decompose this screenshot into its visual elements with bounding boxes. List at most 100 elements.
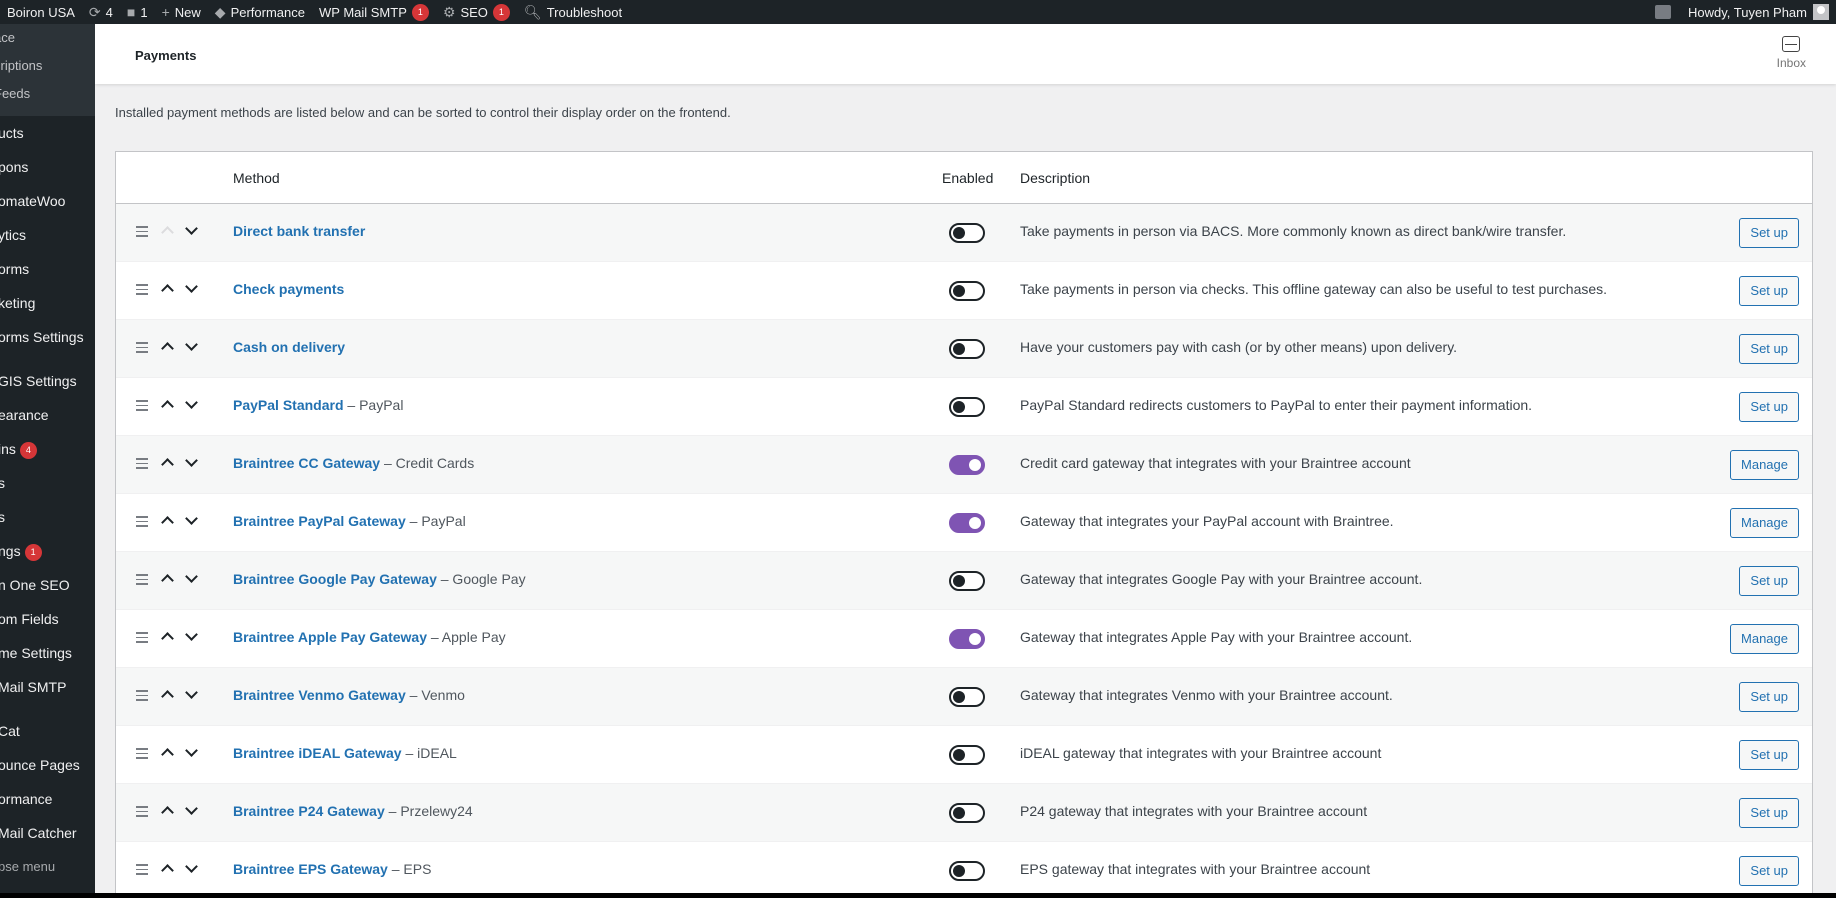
- drag-handle-icon[interactable]: [136, 806, 148, 818]
- method-link[interactable]: Braintree EPS Gateway: [233, 861, 388, 877]
- enabled-toggle[interactable]: [949, 281, 985, 301]
- enabled-toggle[interactable]: [949, 629, 985, 649]
- drag-handle-icon[interactable]: [136, 400, 148, 412]
- method-link[interactable]: Braintree PayPal Gateway: [233, 513, 406, 529]
- sidebar-item-all-in-one-seo[interactable]: n One SEO: [0, 568, 95, 602]
- sidebar-item-appearance[interactable]: earance: [0, 398, 95, 432]
- sidebar-item-bounce-pages[interactable]: ounce Pages: [0, 748, 95, 782]
- move-down-button[interactable]: [182, 222, 200, 240]
- sidebar-item-marketing[interactable]: keting: [0, 286, 95, 320]
- drag-handle-icon[interactable]: [136, 864, 148, 876]
- enabled-toggle[interactable]: [949, 745, 985, 765]
- method-link[interactable]: Check payments: [233, 281, 344, 297]
- move-up-button[interactable]: [158, 570, 176, 588]
- sidebar-item-analytics[interactable]: ytics: [0, 218, 95, 252]
- move-down-button[interactable]: [182, 570, 200, 588]
- move-up-button[interactable]: [158, 860, 176, 878]
- sidebar-item-plugins[interactable]: ins4: [0, 432, 95, 466]
- method-link[interactable]: Braintree P24 Gateway: [233, 803, 385, 819]
- move-down-button[interactable]: [182, 396, 200, 414]
- move-up-button[interactable]: [158, 280, 176, 298]
- sidebar-item-forms-settings[interactable]: orms Settings: [0, 320, 95, 354]
- method-link[interactable]: Braintree Apple Pay Gateway: [233, 629, 427, 645]
- set-up-button[interactable]: Set up: [1739, 566, 1799, 596]
- submenu-item[interactable]: Feeds: [0, 80, 95, 108]
- performance-link[interactable]: ◆ Performance: [208, 0, 312, 24]
- sidebar-item-performance[interactable]: ormance: [0, 782, 95, 816]
- enabled-toggle[interactable]: [949, 571, 985, 591]
- enabled-toggle[interactable]: [949, 339, 985, 359]
- manage-button[interactable]: Manage: [1730, 450, 1799, 480]
- move-up-button[interactable]: [158, 338, 176, 356]
- sidebar-item-gis-settings[interactable]: GIS Settings: [0, 364, 95, 398]
- move-up-button[interactable]: [158, 686, 176, 704]
- drag-handle-icon[interactable]: [136, 632, 148, 644]
- troubleshoot-link[interactable]: 🔍︎ Troubleshoot: [517, 0, 629, 24]
- sidebar-item-cat[interactable]: Cat: [0, 714, 95, 748]
- collapse-menu-button[interactable]: pse menu: [0, 850, 95, 884]
- method-link[interactable]: Braintree iDEAL Gateway: [233, 745, 402, 761]
- new-content-link[interactable]: + New: [155, 0, 208, 24]
- move-up-button[interactable]: [158, 454, 176, 472]
- move-up-button[interactable]: [158, 396, 176, 414]
- enabled-toggle[interactable]: [949, 397, 985, 417]
- sidebar-item-forms[interactable]: orms: [0, 252, 95, 286]
- enabled-toggle[interactable]: [949, 803, 985, 823]
- method-link[interactable]: Braintree CC Gateway: [233, 455, 380, 471]
- sidebar-item-products[interactable]: ucts: [0, 116, 95, 150]
- drag-handle-icon[interactable]: [136, 342, 148, 354]
- manage-button[interactable]: Manage: [1730, 508, 1799, 538]
- set-up-button[interactable]: Set up: [1739, 798, 1799, 828]
- set-up-button[interactable]: Set up: [1739, 276, 1799, 306]
- move-down-button[interactable]: [182, 802, 200, 820]
- move-down-button[interactable]: [182, 280, 200, 298]
- move-up-button[interactable]: [158, 744, 176, 762]
- updates-link[interactable]: ⟳ 4: [82, 0, 120, 24]
- sidebar-item-mail-catcher[interactable]: Mail Catcher: [0, 816, 95, 850]
- notifications-icon[interactable]: [1655, 5, 1672, 19]
- sidebar-item-settings[interactable]: ngs 1: [0, 534, 95, 568]
- move-down-button[interactable]: [182, 454, 200, 472]
- submenu-item[interactable]: criptions: [0, 52, 95, 80]
- set-up-button[interactable]: Set up: [1739, 392, 1799, 422]
- site-name-link[interactable]: Boiron USA: [0, 0, 82, 24]
- sidebar-item-automatewoo[interactable]: omateWoo: [0, 184, 95, 218]
- submenu-item[interactable]: ace: [0, 24, 95, 52]
- comments-link[interactable]: ■ 1: [120, 0, 155, 24]
- method-link[interactable]: Braintree Google Pay Gateway: [233, 571, 437, 587]
- sidebar-item-users[interactable]: s: [0, 466, 95, 500]
- method-link[interactable]: Braintree Venmo Gateway: [233, 687, 406, 703]
- enabled-toggle[interactable]: [949, 687, 985, 707]
- method-link[interactable]: PayPal Standard: [233, 397, 344, 413]
- enabled-toggle[interactable]: [949, 455, 985, 475]
- move-down-button[interactable]: [182, 512, 200, 530]
- drag-handle-icon[interactable]: [136, 284, 148, 296]
- drag-handle-icon[interactable]: [136, 226, 148, 238]
- drag-handle-icon[interactable]: [136, 574, 148, 586]
- move-down-button[interactable]: [182, 338, 200, 356]
- drag-handle-icon[interactable]: [136, 458, 148, 470]
- inbox-button[interactable]: Inbox: [1777, 36, 1806, 70]
- enabled-toggle[interactable]: [949, 513, 985, 533]
- move-down-button[interactable]: [182, 860, 200, 878]
- move-up-button[interactable]: [158, 802, 176, 820]
- drag-handle-icon[interactable]: [136, 748, 148, 760]
- sidebar-item-wp-mail-smtp[interactable]: Mail SMTP: [0, 670, 95, 704]
- move-down-button[interactable]: [182, 628, 200, 646]
- seo-link[interactable]: ⚙ SEO 1: [436, 0, 517, 24]
- set-up-button[interactable]: Set up: [1739, 682, 1799, 712]
- move-up-button[interactable]: [158, 222, 176, 240]
- method-link[interactable]: Cash on delivery: [233, 339, 345, 355]
- set-up-button[interactable]: Set up: [1739, 334, 1799, 364]
- method-link[interactable]: Direct bank transfer: [233, 223, 365, 239]
- set-up-button[interactable]: Set up: [1739, 218, 1799, 248]
- move-up-button[interactable]: [158, 512, 176, 530]
- wp-mail-smtp-link[interactable]: WP Mail SMTP 1: [312, 0, 436, 24]
- move-down-button[interactable]: [182, 686, 200, 704]
- sidebar-item-tools[interactable]: s: [0, 500, 95, 534]
- my-account-link[interactable]: Howdy, Tuyen Pham: [1681, 0, 1836, 24]
- enabled-toggle[interactable]: [949, 861, 985, 881]
- sidebar-item-coupons[interactable]: pons: [0, 150, 95, 184]
- drag-handle-icon[interactable]: [136, 690, 148, 702]
- sidebar-item-custom-fields[interactable]: om Fields: [0, 602, 95, 636]
